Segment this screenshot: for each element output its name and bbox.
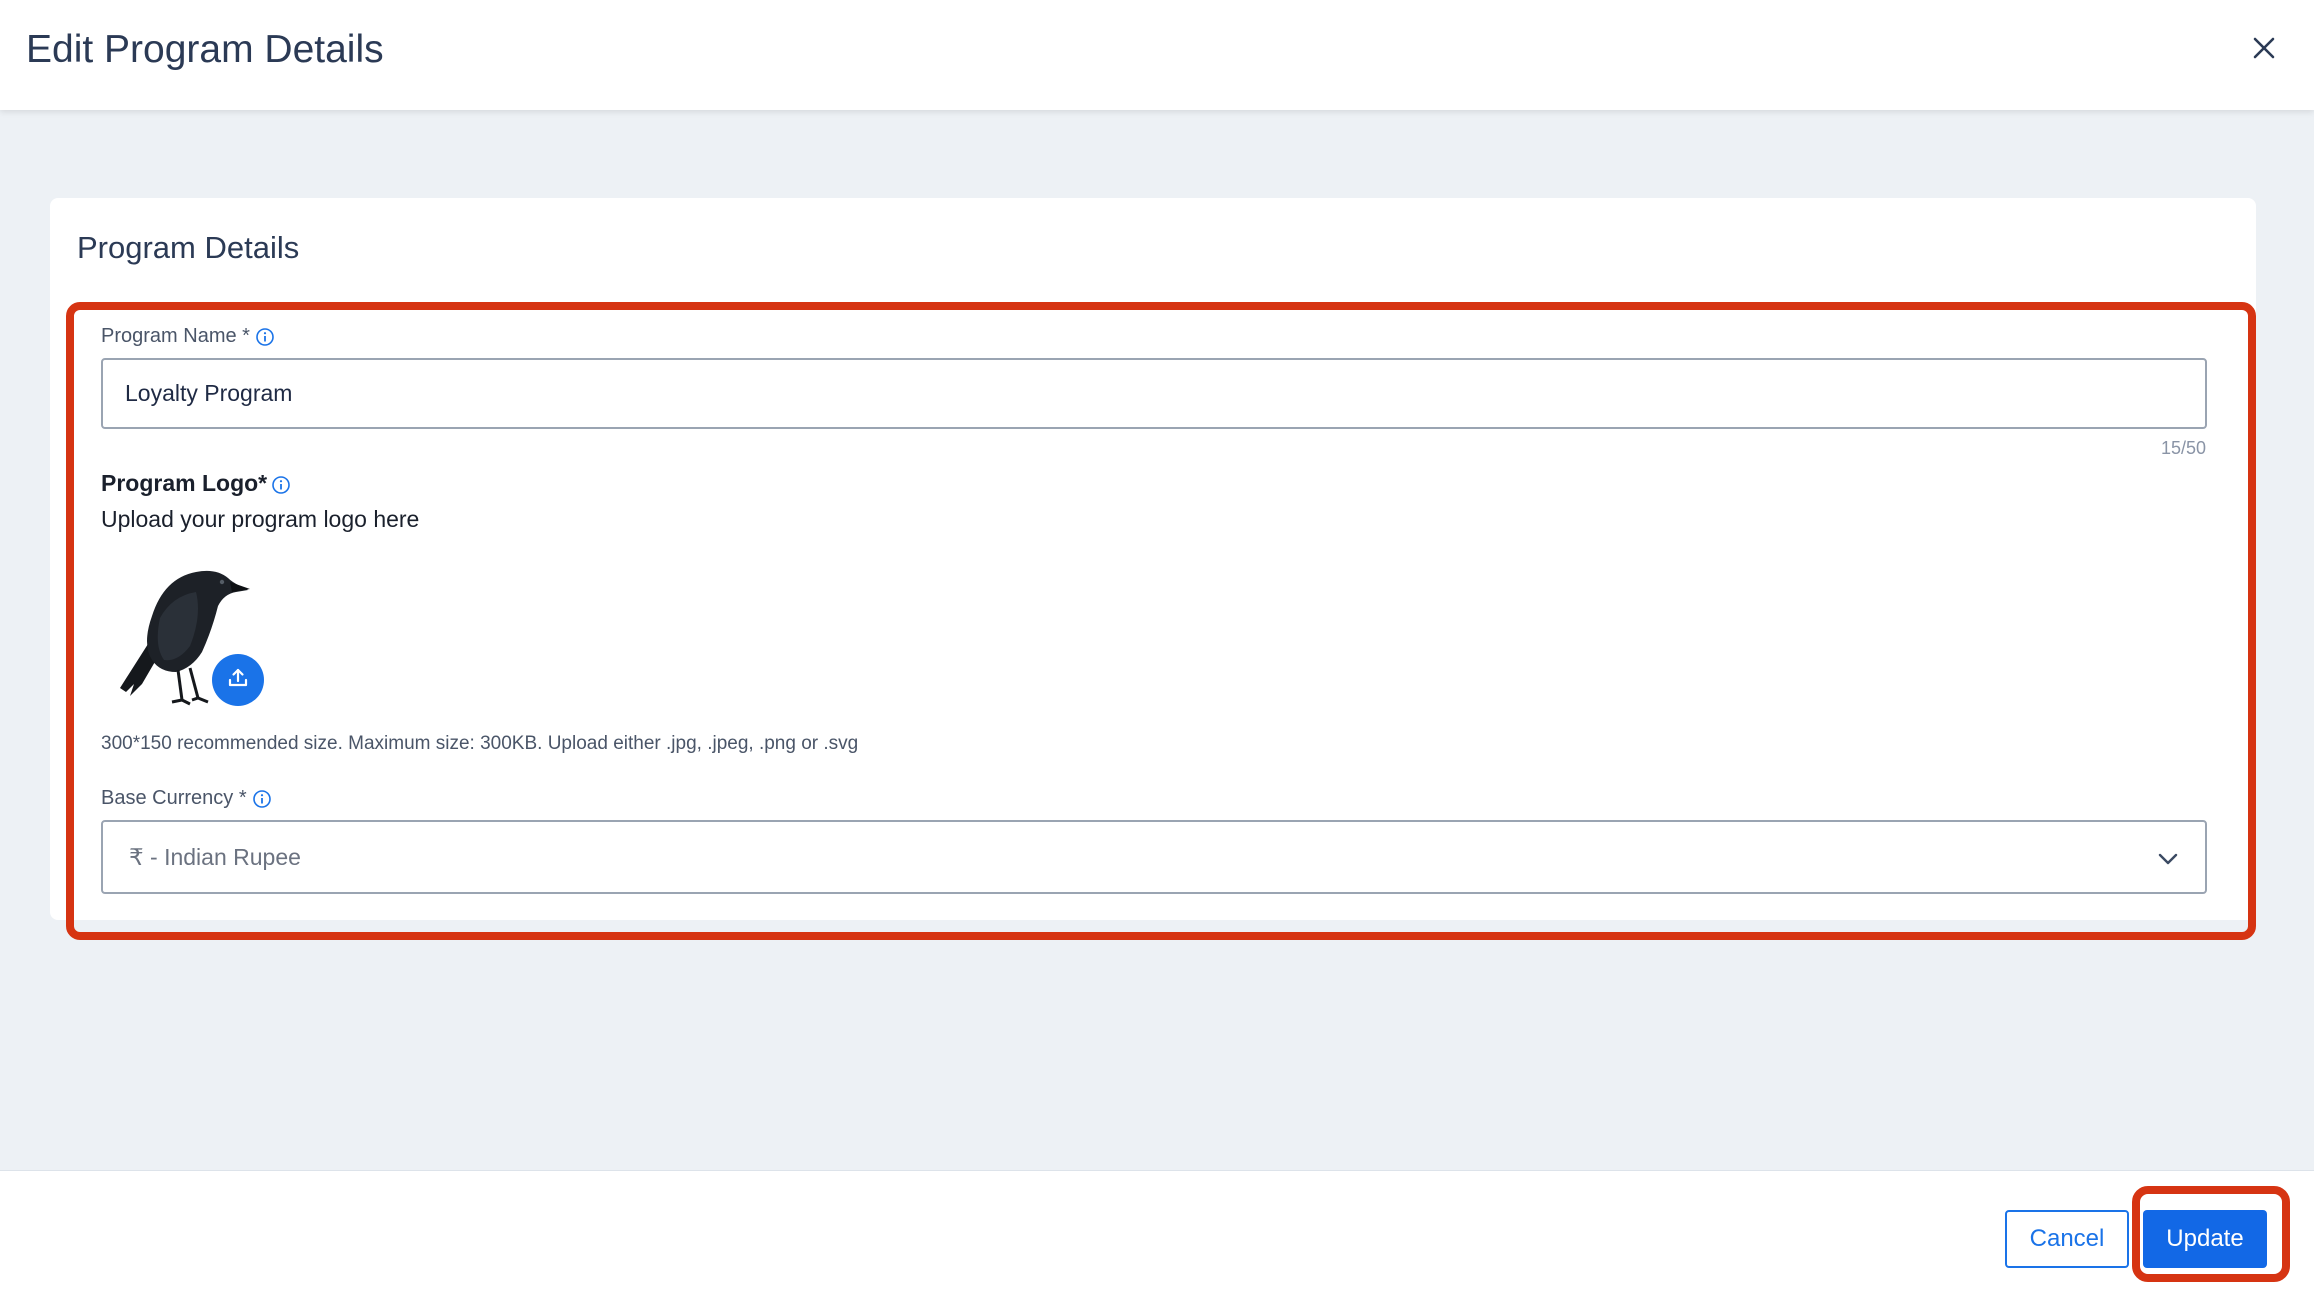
cancel-button[interactable]: Cancel bbox=[2005, 1210, 2129, 1268]
chevron-down-icon bbox=[2153, 844, 2183, 874]
upload-button[interactable] bbox=[212, 654, 264, 706]
program-logo-label-text: Program Logo* bbox=[101, 470, 268, 496]
update-button[interactable]: Update bbox=[2143, 1210, 2267, 1268]
info-icon[interactable] bbox=[252, 789, 272, 809]
card-title: Program Details bbox=[77, 230, 300, 265]
program-logo-subtitle: Upload your program logo here bbox=[101, 506, 420, 532]
program-name-input[interactable] bbox=[101, 358, 2207, 429]
base-currency-label: Base Currency * bbox=[101, 787, 272, 810]
modal-footer bbox=[0, 1170, 2314, 1306]
program-name-label: Program Name * bbox=[101, 325, 275, 348]
program-name-label-text: Program Name * bbox=[101, 325, 250, 347]
page-title: Edit Program Details bbox=[26, 28, 384, 71]
program-details-card bbox=[50, 198, 2256, 920]
character-counter: 15/50 bbox=[2160, 438, 2206, 458]
base-currency-label-text: Base Currency * bbox=[101, 787, 247, 809]
upload-icon bbox=[225, 665, 251, 696]
program-logo-label: Program Logo* bbox=[101, 470, 291, 497]
base-currency-value: ₹ - Indian Rupee bbox=[129, 844, 301, 870]
upload-hint: 300*150 recommended size. Maximum size: … bbox=[101, 733, 859, 754]
info-icon[interactable] bbox=[255, 327, 275, 347]
modal-header: Edit Program Details bbox=[0, 0, 2314, 110]
base-currency-select[interactable]: ₹ - Indian Rupee bbox=[101, 820, 2207, 894]
info-icon[interactable] bbox=[271, 474, 291, 494]
close-icon[interactable] bbox=[2244, 28, 2284, 68]
